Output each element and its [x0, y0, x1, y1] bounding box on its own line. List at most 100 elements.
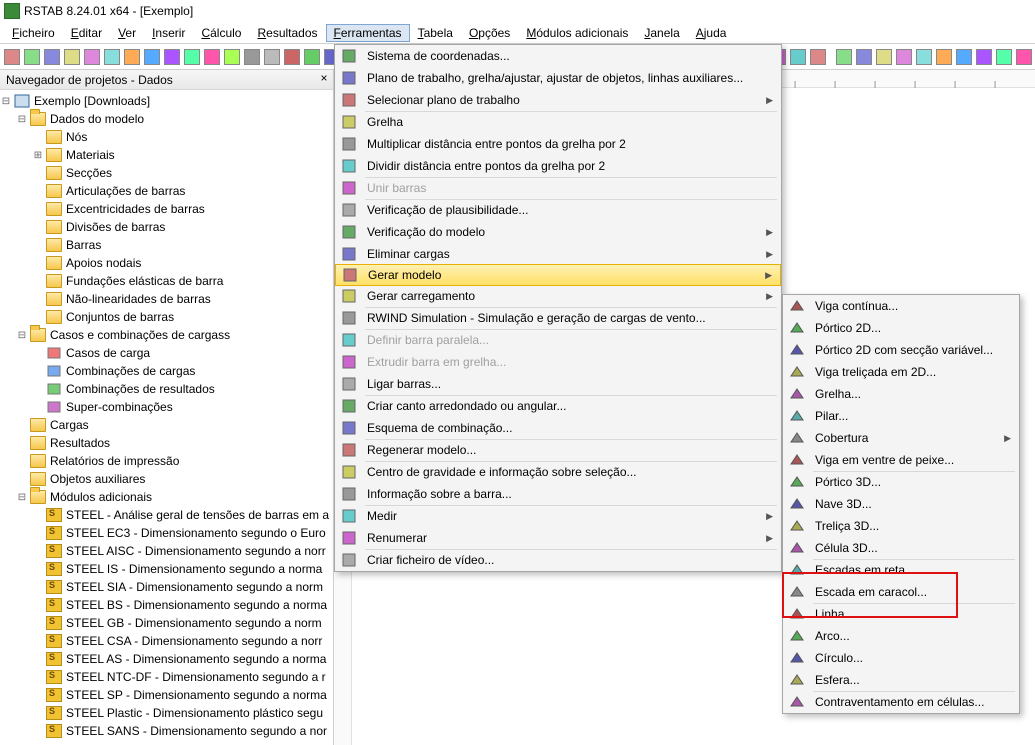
menu-item-3[interactable]: Grelha: [335, 111, 781, 133]
menu-bar[interactable]: FicheiroEditarVerInserirCálculoResultado…: [0, 22, 1035, 44]
menu-item-8[interactable]: Verificação do modelo▶: [335, 221, 781, 243]
menu-item-10[interactable]: Gerar modelo▶: [335, 264, 781, 286]
menu-item-12[interactable]: RWIND Simulation - Simulação e geração d…: [335, 307, 781, 329]
tree-md-10[interactable]: Conjuntos de barras: [0, 308, 333, 326]
submenu-item-4[interactable]: Grelha...: [783, 383, 1019, 405]
menu-item-21[interactable]: Medir▶: [335, 505, 781, 527]
submenu-item-13[interactable]: Escada em caracol...: [783, 581, 1019, 603]
submenu-item-9[interactable]: Nave 3D...: [783, 493, 1019, 515]
menu-editar[interactable]: Editar: [63, 24, 110, 42]
menu-item-20[interactable]: Informação sobre a barra...: [335, 483, 781, 505]
tree-model-data[interactable]: ⊟Dados do modelo: [0, 110, 333, 128]
menu-item-7[interactable]: Verificação de plausibilidade...: [335, 199, 781, 221]
submenu-item-14[interactable]: Linha...: [783, 603, 1019, 625]
toolbar-button-3[interactable]: [63, 46, 81, 68]
submenu-item-10[interactable]: Treliça 3D...: [783, 515, 1019, 537]
menu-ajuda[interactable]: Ajuda: [688, 24, 735, 42]
tree-addon-12[interactable]: STEEL SANS - Dimensionamento segundo a n…: [0, 722, 333, 740]
submenu-item-15[interactable]: Arco...: [783, 625, 1019, 647]
toolbar-button-42[interactable]: [855, 46, 873, 68]
menu-item-4[interactable]: Multiplicar distância entre pontos da gr…: [335, 133, 781, 155]
submenu-item-2[interactable]: Pórtico 2D com secção variável...: [783, 339, 1019, 361]
menu-item-5[interactable]: Dividir distância entre pontos da grelha…: [335, 155, 781, 177]
menu-item-19[interactable]: Centro de gravidade e informação sobre s…: [335, 461, 781, 483]
tree-addon-8[interactable]: STEEL AS - Dimensionamento segundo a nor…: [0, 650, 333, 668]
tree-addon-11[interactable]: STEEL Plastic - Dimensionamento plástico…: [0, 704, 333, 722]
tree-md-0[interactable]: Nós: [0, 128, 333, 146]
toolbar-button-44[interactable]: [895, 46, 913, 68]
tree-cases[interactable]: ⊟Casos e combinações de cargass: [0, 326, 333, 344]
toolbar-button-11[interactable]: [223, 46, 241, 68]
toolbar-button-5[interactable]: [103, 46, 121, 68]
menu-item-11[interactable]: Gerar carregamento▶: [335, 285, 781, 307]
tree-addon-2[interactable]: STEEL AISC - Dimensionamento segundo a n…: [0, 542, 333, 560]
toolbar-button-43[interactable]: [875, 46, 893, 68]
toolbar-button-47[interactable]: [955, 46, 973, 68]
tree-md-1[interactable]: ⊞Materiais: [0, 146, 333, 164]
submenu-item-0[interactable]: Viga contínua...: [783, 295, 1019, 317]
tree-addon-1[interactable]: STEEL EC3 - Dimensionamento segundo o Eu…: [0, 524, 333, 542]
toolbar-button-49[interactable]: [995, 46, 1013, 68]
tree-md-5[interactable]: Divisões de barras: [0, 218, 333, 236]
menu-janela[interactable]: Janela: [636, 24, 687, 42]
menu-item-18[interactable]: Regenerar modelo...: [335, 439, 781, 461]
tree-addon-9[interactable]: STEEL NTC-DF - Dimensionamento segundo a…: [0, 668, 333, 686]
tree-addon-10[interactable]: STEEL SP - Dimensionamento segundo a nor…: [0, 686, 333, 704]
menu-item-22[interactable]: Renumerar▶: [335, 527, 781, 549]
menu-item-9[interactable]: Eliminar cargas▶: [335, 243, 781, 265]
menu-item-2[interactable]: Selecionar plano de trabalho▶: [335, 89, 781, 111]
toolbar-button-41[interactable]: [835, 46, 853, 68]
tree-addon-6[interactable]: STEEL GB - Dimensionamento segundo a nor…: [0, 614, 333, 632]
toolbar-button-2[interactable]: [43, 46, 61, 68]
menu-opes[interactable]: Opções: [461, 24, 518, 42]
toolbar-button-46[interactable]: [935, 46, 953, 68]
tree-addon-3[interactable]: STEEL IS - Dimensionamento segundo a nor…: [0, 560, 333, 578]
toolbar-button-39[interactable]: [789, 46, 807, 68]
toolbar-button-0[interactable]: [3, 46, 21, 68]
submenu-gerar-modelo[interactable]: Viga contínua...Pórtico 2D...Pórtico 2D …: [782, 294, 1020, 714]
menu-mdulosadicionais[interactable]: Módulos adicionais: [518, 24, 636, 42]
tree-addon-0[interactable]: STEEL - Análise geral de tensões de barr…: [0, 506, 333, 524]
tree-md-6[interactable]: Barras: [0, 236, 333, 254]
tree-addon-7[interactable]: STEEL CSA - Dimensionamento segundo a no…: [0, 632, 333, 650]
toolbar-button-8[interactable]: [163, 46, 181, 68]
navigator-tree[interactable]: ⊟Exemplo [Downloads]⊟Dados do modeloNós⊞…: [0, 90, 333, 745]
tree-case-1[interactable]: Combinações de cargas: [0, 362, 333, 380]
menu-item-17[interactable]: Esquema de combinação...: [335, 417, 781, 439]
submenu-item-18[interactable]: Contraventamento em células...: [783, 691, 1019, 713]
menu-ver[interactable]: Ver: [110, 24, 144, 42]
toolbar-button-7[interactable]: [143, 46, 161, 68]
tree-sf-0[interactable]: Cargas: [0, 416, 333, 434]
menu-resultados[interactable]: Resultados: [249, 24, 325, 42]
tree-md-9[interactable]: Não-linearidades de barras: [0, 290, 333, 308]
close-icon[interactable]: ×: [317, 72, 331, 86]
submenu-item-1[interactable]: Pórtico 2D...: [783, 317, 1019, 339]
menu-item-16[interactable]: Criar canto arredondado ou angular...: [335, 395, 781, 417]
submenu-item-16[interactable]: Círculo...: [783, 647, 1019, 669]
submenu-item-11[interactable]: Célula 3D...: [783, 537, 1019, 559]
toolbar-button-9[interactable]: [183, 46, 201, 68]
tree-addon-5[interactable]: STEEL BS - Dimensionamento segundo a nor…: [0, 596, 333, 614]
tree-addon-4[interactable]: STEEL SIA - Dimensionamento segundo a no…: [0, 578, 333, 596]
tree-sf-3[interactable]: Objetos auxiliares: [0, 470, 333, 488]
menu-clculo[interactable]: Cálculo: [193, 24, 249, 42]
tree-case-3[interactable]: Super-combinações: [0, 398, 333, 416]
tree-md-3[interactable]: Articulações de barras: [0, 182, 333, 200]
submenu-item-5[interactable]: Pilar...: [783, 405, 1019, 427]
toolbar-button-15[interactable]: [303, 46, 321, 68]
menu-inserir[interactable]: Inserir: [144, 24, 193, 42]
menu-ficheiro[interactable]: Ficheiro: [4, 24, 63, 42]
submenu-item-7[interactable]: Viga em ventre de peixe...: [783, 449, 1019, 471]
menu-item-15[interactable]: Ligar barras...: [335, 373, 781, 395]
tree-md-7[interactable]: Apoios nodais: [0, 254, 333, 272]
toolbar-button-12[interactable]: [243, 46, 261, 68]
tree-root[interactable]: ⊟Exemplo [Downloads]: [0, 92, 333, 110]
tree-case-2[interactable]: Combinações de resultados: [0, 380, 333, 398]
menu-tabela[interactable]: Tabela: [410, 24, 461, 42]
toolbar-button-40[interactable]: [809, 46, 827, 68]
tree-case-0[interactable]: Casos de carga: [0, 344, 333, 362]
menu-item-1[interactable]: Plano de trabalho, grelha/ajustar, ajust…: [335, 67, 781, 89]
toolbar-button-13[interactable]: [263, 46, 281, 68]
tree-md-4[interactable]: Excentricidades de barras: [0, 200, 333, 218]
toolbar-button-4[interactable]: [83, 46, 101, 68]
